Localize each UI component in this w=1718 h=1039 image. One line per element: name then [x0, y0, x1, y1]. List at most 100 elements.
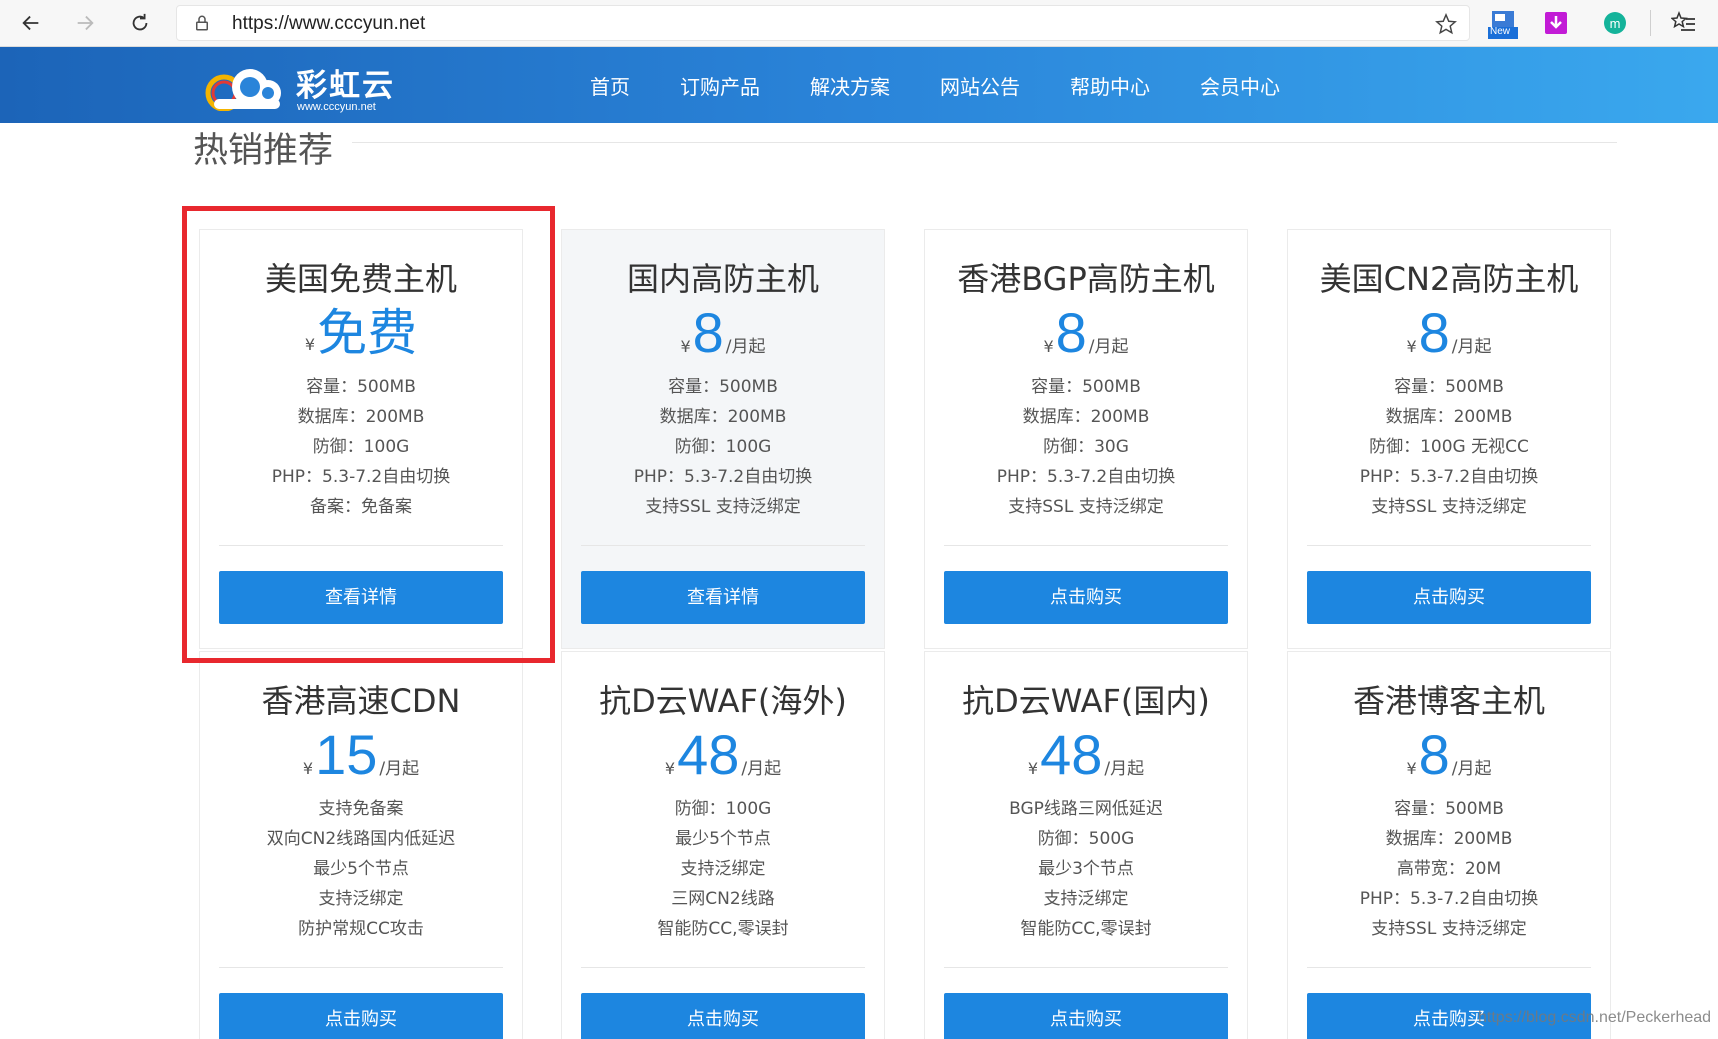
price: ¥8/月起: [1288, 302, 1610, 364]
price-unit: /月起: [1451, 759, 1492, 779]
product-card: 香港博客主机 ¥8/月起容量：500MB 数据库：200MB 高带宽：20M PHP：5…: [1287, 651, 1611, 1039]
price-unit: /月起: [725, 337, 766, 357]
price: ¥48/月起: [925, 724, 1247, 786]
card-divider: [1307, 545, 1591, 546]
feature-item: 支持SSL 支持泛绑定: [1371, 497, 1527, 517]
refresh-button[interactable]: [125, 8, 155, 38]
product-name: 抗D云WAF(海外): [599, 682, 847, 720]
price: ¥8/月起: [1288, 724, 1610, 786]
feature-item: 容量：500MB: [1394, 799, 1504, 819]
price: ¥15/月起: [200, 724, 522, 786]
feature-item: 最少5个节点: [675, 829, 771, 849]
rainbow-cloud-logo-icon[interactable]: [200, 65, 290, 111]
nav-item-solutions[interactable]: 解决方案: [810, 71, 890, 100]
forward-button[interactable]: [70, 8, 100, 38]
price-unit: /月起: [1088, 337, 1129, 357]
feature-list: 支持免备案 双向CN2线路国内低延迟 最少5个节点 支持泛绑定 防护常规CC攻击: [200, 794, 522, 944]
favorite-star-icon[interactable]: [1435, 13, 1457, 35]
currency-symbol: ¥: [1406, 759, 1417, 778]
nav-item-announcements[interactable]: 网站公告: [940, 71, 1020, 100]
price-value: 8: [692, 301, 724, 364]
price-value: 8: [1055, 301, 1087, 364]
price-value: 15: [315, 723, 378, 786]
refresh-icon: [132, 13, 148, 31]
nav-item-help[interactable]: 帮助中心: [1070, 71, 1150, 100]
feature-item: 支持泛绑定: [680, 859, 766, 879]
product-card: 香港高速CDN ¥15/月起 支持免备案 双向CN2线路国内低延迟 最少5个节点 支持泛绑…: [199, 651, 523, 1039]
product-card: 香港BGP高防主机 ¥8/月起 容量：500MB 数据库：200MB 防御：30G PHP…: [924, 229, 1248, 649]
product-name: 美国CN2高防主机: [1319, 260, 1579, 298]
buy-now-button[interactable]: 点击购买: [581, 993, 865, 1039]
m-extension-icon[interactable]: m: [1604, 12, 1626, 34]
feature-item: 防御：100G 无视CC: [1369, 437, 1529, 457]
price-value: 48: [677, 723, 740, 786]
feature-item: 智能防CC,零误封: [1020, 919, 1152, 939]
forward-arrow-icon: [77, 15, 94, 31]
back-arrow-icon: [22, 15, 39, 31]
feature-item: 数据库：200MB: [1385, 829, 1513, 849]
card-divider: [944, 967, 1228, 968]
extension-new-label: New: [1490, 26, 1511, 37]
feature-item: 防御：500G: [1037, 829, 1135, 849]
feature-item: 容量：500MB: [668, 377, 778, 397]
feature-item: 最少3个节点: [1038, 859, 1134, 879]
feature-item: 支持SSL 支持泛绑定: [1008, 497, 1164, 517]
logo-subtitle: www.cccyun.net: [297, 101, 376, 113]
feature-item: 支持泛绑定: [318, 889, 404, 909]
buy-now-button[interactable]: 点击购买: [944, 993, 1228, 1039]
buy-now-button[interactable]: 点击购买: [1307, 571, 1591, 624]
feature-item: PHP：5.3-7.2自由切换: [633, 467, 813, 487]
section-divider: [352, 142, 1617, 143]
card-divider: [944, 545, 1228, 546]
feature-item: BGP线路三网低延迟: [1009, 799, 1163, 819]
favorites-list-icon[interactable]: [1670, 10, 1697, 36]
view-details-button[interactable]: 查看详情: [581, 571, 865, 624]
feature-item: 最少5个节点: [313, 859, 409, 879]
price-unit: /月起: [379, 759, 420, 779]
buy-now-button[interactable]: 点击购买: [219, 993, 503, 1039]
feature-list: BGP线路三网低延迟 防御：500G 最少3个节点 支持泛绑定智能防CC,零误封: [925, 794, 1247, 944]
address-bar[interactable]: https://www.cccyun.net: [176, 5, 1470, 41]
feature-item: 防御：30G: [1043, 437, 1129, 457]
extension-new-icon[interactable]: New: [1488, 9, 1518, 39]
nav-item-order[interactable]: 订购产品: [680, 71, 760, 100]
feature-item: 支持SSL 支持泛绑定: [645, 497, 801, 517]
product-card: 抗D云WAF(海外) ¥48/月起 防御：100G 最少5个节点 支持泛绑定 三网CN2线…: [561, 651, 885, 1039]
site-header: 彩虹云 www.cccyun.net 首页 订购产品 解决方案 网站公告 帮助中…: [0, 47, 1718, 123]
currency-symbol: ¥: [1027, 759, 1039, 778]
feature-item: PHP：5.3-7.2自由切换: [996, 467, 1176, 487]
main-nav: 首页 订购产品 解决方案 网站公告 帮助中心 会员中心: [590, 47, 1330, 123]
price-value: 8: [1418, 301, 1450, 364]
feature-item: PHP：5.3-7.2自由切换: [1359, 889, 1539, 909]
price: ¥48/月起: [562, 724, 884, 786]
price-unit: /月起: [741, 759, 782, 779]
buy-now-button[interactable]: 点击购买: [944, 571, 1228, 624]
feature-item: 支持泛绑定: [1043, 889, 1129, 909]
nav-item-home[interactable]: 首页: [590, 71, 630, 100]
download-arrow-icon: [1550, 16, 1562, 29]
card-divider: [219, 967, 503, 968]
feature-item: 数据库：200MB: [659, 407, 787, 427]
feature-item: 高带宽：20M: [1396, 859, 1502, 879]
watermark: https://blog.csdn.net/Peckerhead: [1478, 1009, 1712, 1026]
product-name: 国内高防主机: [626, 260, 819, 298]
price-unit: /月起: [1451, 337, 1492, 357]
logo-title[interactable]: 彩虹云: [296, 60, 395, 105]
feature-item: 数据库：200MB: [1385, 407, 1513, 427]
card-divider: [1307, 967, 1591, 968]
toolbar-separator: [1650, 10, 1651, 36]
price: ¥8/月起: [925, 302, 1247, 364]
download-extension-icon[interactable]: [1545, 12, 1567, 34]
product-card: 美国CN2高防主机 ¥8/月起容量：500MB 数据库：200MB 防御：100G 无…: [1287, 229, 1611, 649]
price-value: 48: [1040, 723, 1103, 786]
product-card: 抗D云WAF(国内) ¥48/月起 BGP线路三网低延迟 防御：500G 最少3个节点支…: [924, 651, 1248, 1039]
url-text[interactable]: https://www.cccyun.net: [232, 13, 425, 35]
feature-item: 容量：500MB: [1394, 377, 1504, 397]
product-name: 香港博客主机: [1352, 682, 1545, 720]
price-value: 8: [1418, 723, 1450, 786]
nav-item-member[interactable]: 会员中心: [1200, 71, 1280, 100]
back-button[interactable]: [16, 8, 46, 38]
product-name: 抗D云WAF(国内): [962, 682, 1210, 720]
product-name: 香港BGP高防主机: [957, 260, 1215, 298]
feature-item: 防护常规CC攻击: [298, 919, 424, 939]
